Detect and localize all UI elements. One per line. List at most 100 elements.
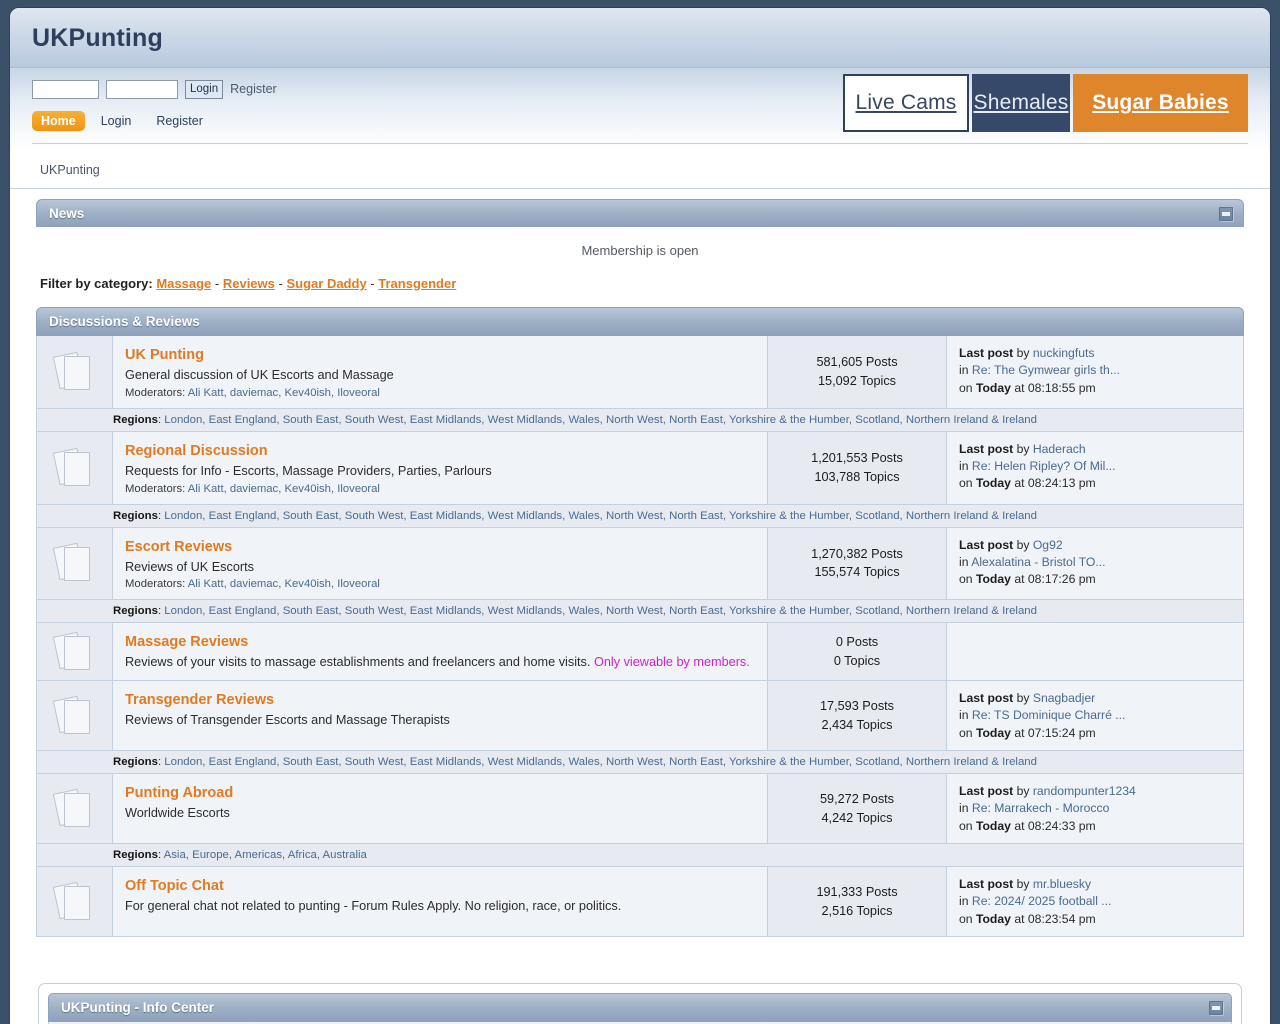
board-stats-cell: 191,333 Posts 2,516 Topics bbox=[767, 867, 947, 937]
last-post-subject[interactable]: Re: TS Dominique Charré ... bbox=[972, 708, 1126, 722]
moderators-list[interactable]: Ali Katt, daviemac, Kev40ish, Iloveoral bbox=[188, 578, 380, 590]
board-title-link[interactable]: Transgender Reviews bbox=[125, 692, 274, 708]
regions-list[interactable]: London, East England, South East, South … bbox=[164, 414, 1037, 426]
last-post-author[interactable]: Og92 bbox=[1033, 538, 1063, 552]
last-post-at: at bbox=[1014, 476, 1025, 491]
last-post-label: Last post bbox=[959, 346, 1014, 360]
filter-label: Filter by category: bbox=[40, 276, 153, 291]
last-post-in: in bbox=[959, 459, 969, 474]
last-post-on: on bbox=[959, 911, 973, 926]
last-post-time: 08:18:55 pm bbox=[1027, 380, 1096, 395]
banner-sugar-babies[interactable]: Sugar Babies bbox=[1073, 74, 1248, 132]
last-post-author[interactable]: nuckingfuts bbox=[1033, 346, 1095, 360]
regions-list[interactable]: Asia, Europe, Americas, Africa, Australi… bbox=[164, 849, 367, 861]
regions-list[interactable]: London, East England, South East, South … bbox=[164, 756, 1037, 768]
moderators-list[interactable]: Ali Katt, daviemac, Kev40ish, Iloveoral bbox=[188, 483, 380, 495]
last-post-in: in bbox=[959, 554, 969, 569]
nav-item-home[interactable]: Home bbox=[32, 111, 85, 131]
username-input[interactable] bbox=[32, 79, 99, 99]
board-description-text: General discussion of UK Escorts and Mas… bbox=[125, 368, 394, 382]
last-post-day: Today bbox=[975, 911, 1011, 926]
info-center-title: UKPunting - Info Center bbox=[61, 1000, 214, 1016]
last-post-author[interactable]: Snagbadjer bbox=[1033, 691, 1095, 705]
last-post-time: 08:23:54 pm bbox=[1027, 911, 1096, 926]
site-titlebar: UKPunting bbox=[10, 8, 1270, 68]
board-moderators: Moderators: Ali Katt, daviemac, Kev40ish… bbox=[125, 578, 755, 590]
last-post-line-subject: in Re: Marrakech - Morocco bbox=[959, 800, 1233, 817]
category-header-label: Discussions & Reviews bbox=[49, 314, 200, 329]
filter-transgender[interactable]: Transgender bbox=[378, 276, 456, 291]
last-post-subject[interactable]: Re: The Gymwear girls th... bbox=[972, 363, 1120, 377]
last-post-day: Today bbox=[975, 380, 1011, 395]
board-stats-cell: 59,272 Posts 4,242 Topics bbox=[767, 774, 947, 844]
last-post-author[interactable]: randompunter1234 bbox=[1033, 784, 1136, 798]
filter-reviews[interactable]: Reviews bbox=[223, 276, 275, 291]
last-post-subject[interactable]: Re: Marrakech - Morocco bbox=[972, 801, 1109, 815]
last-post-subject[interactable]: Re: 2024/ 2025 football ... bbox=[972, 894, 1112, 908]
board-description: Reviews of your visits to massage establ… bbox=[125, 654, 755, 671]
board-title-link[interactable]: Escort Reviews bbox=[125, 539, 232, 555]
board-title-link[interactable]: Punting Abroad bbox=[125, 785, 233, 801]
last-post-day: Today bbox=[975, 476, 1011, 491]
breadcrumb-item-home[interactable]: UKPunting bbox=[40, 163, 100, 177]
last-post-line-subject: in Re: 2024/ 2025 football ... bbox=[959, 893, 1233, 910]
moderators-list[interactable]: Ali Katt, daviemac, Kev40ish, Iloveoral bbox=[188, 387, 380, 399]
board-topics-count: 2,434 Topics bbox=[821, 717, 893, 732]
nav-item-register[interactable]: Register bbox=[147, 111, 212, 131]
password-input[interactable] bbox=[106, 79, 178, 99]
site-title: UKPunting bbox=[32, 24, 163, 52]
last-post-in: in bbox=[959, 894, 969, 909]
last-post-in: in bbox=[959, 708, 969, 723]
board-row: Transgender Reviews Reviews of Transgende… bbox=[36, 681, 1244, 752]
board-row: Off Topic Chat For general chat not relat… bbox=[36, 867, 1244, 938]
filter-sep-3: - bbox=[370, 276, 375, 291]
board-description-text: Reviews of Transgender Escorts and Massa… bbox=[125, 713, 450, 728]
board-title-link[interactable]: Massage Reviews bbox=[125, 634, 248, 650]
last-post-author[interactable]: mr.bluesky bbox=[1033, 877, 1091, 891]
nav-item-login[interactable]: Login bbox=[92, 111, 141, 131]
board-pages-icon bbox=[52, 788, 95, 830]
last-post-line-author: Last post by Haderach bbox=[959, 441, 1233, 458]
banner-live-cams[interactable]: Live Cams bbox=[843, 74, 969, 132]
news-section: News Membership is open bbox=[36, 199, 1244, 266]
news-body: Membership is open bbox=[581, 243, 699, 258]
board-title-link[interactable]: UK Punting bbox=[125, 347, 204, 363]
board-title-link[interactable]: Regional Discussion bbox=[125, 443, 268, 459]
last-post-on: on bbox=[959, 818, 973, 833]
board-pages-icon bbox=[52, 351, 95, 393]
last-post-on: on bbox=[959, 572, 973, 587]
login-button[interactable]: Login bbox=[185, 79, 224, 99]
board-last-post-cell: Last post by randompunter1234 in Re: Marr… bbox=[947, 774, 1243, 843]
page-background: UKPunting Login Register Home Login Regi… bbox=[0, 0, 1280, 1024]
board-info-cell: UK Punting General discussion of UK Escor… bbox=[113, 336, 767, 408]
regions-label: Regions bbox=[113, 605, 158, 618]
board-icon-cell bbox=[37, 336, 113, 408]
last-post-subject[interactable]: Alexalatina - Bristol TO... bbox=[971, 555, 1105, 569]
board-icon-cell bbox=[37, 623, 113, 681]
last-post-line-subject: in Re: TS Dominique Charré ... bbox=[959, 707, 1233, 724]
collapse-icon[interactable] bbox=[1209, 1000, 1223, 1015]
filter-sugar-daddy[interactable]: Sugar Daddy bbox=[286, 276, 366, 291]
board-title-link[interactable]: Off Topic Chat bbox=[125, 878, 224, 894]
last-post-line-author: Last post by mr.bluesky bbox=[959, 876, 1233, 893]
news-header: News bbox=[36, 199, 1244, 227]
banner-shemales[interactable]: Shemales bbox=[972, 74, 1070, 132]
last-post-by: by bbox=[1016, 877, 1030, 892]
board-stats-cell: 1,201,553 Posts 103,788 Topics bbox=[767, 431, 947, 504]
last-post-at: at bbox=[1014, 572, 1025, 587]
filter-massage[interactable]: Massage bbox=[156, 276, 211, 291]
last-post-subject[interactable]: Re: Helen Ripley? Of Mil... bbox=[972, 459, 1116, 473]
board-last-post-cell bbox=[947, 623, 1243, 680]
collapse-icon[interactable] bbox=[1219, 206, 1233, 221]
board-posts-count: 59,272 Posts bbox=[819, 792, 895, 807]
last-post-in: in bbox=[959, 363, 969, 378]
regions-list[interactable]: London, East England, South East, South … bbox=[164, 605, 1037, 617]
regions-list[interactable]: London, East England, South East, South … bbox=[164, 510, 1037, 522]
board-moderators: Moderators: Ali Katt, daviemac, Kev40ish… bbox=[125, 387, 755, 399]
board-topics-count: 4,242 Topics bbox=[821, 810, 893, 825]
last-post-line-time: on Today at 08:24:33 pm bbox=[959, 818, 1233, 835]
register-link-top[interactable]: Register bbox=[230, 82, 277, 96]
last-post-author[interactable]: Haderach bbox=[1033, 442, 1086, 456]
info-center: UKPunting - Info Center Forum Stats 3,48… bbox=[38, 983, 1242, 1024]
last-post-line-time: on Today at 08:23:54 pm bbox=[959, 911, 1233, 928]
